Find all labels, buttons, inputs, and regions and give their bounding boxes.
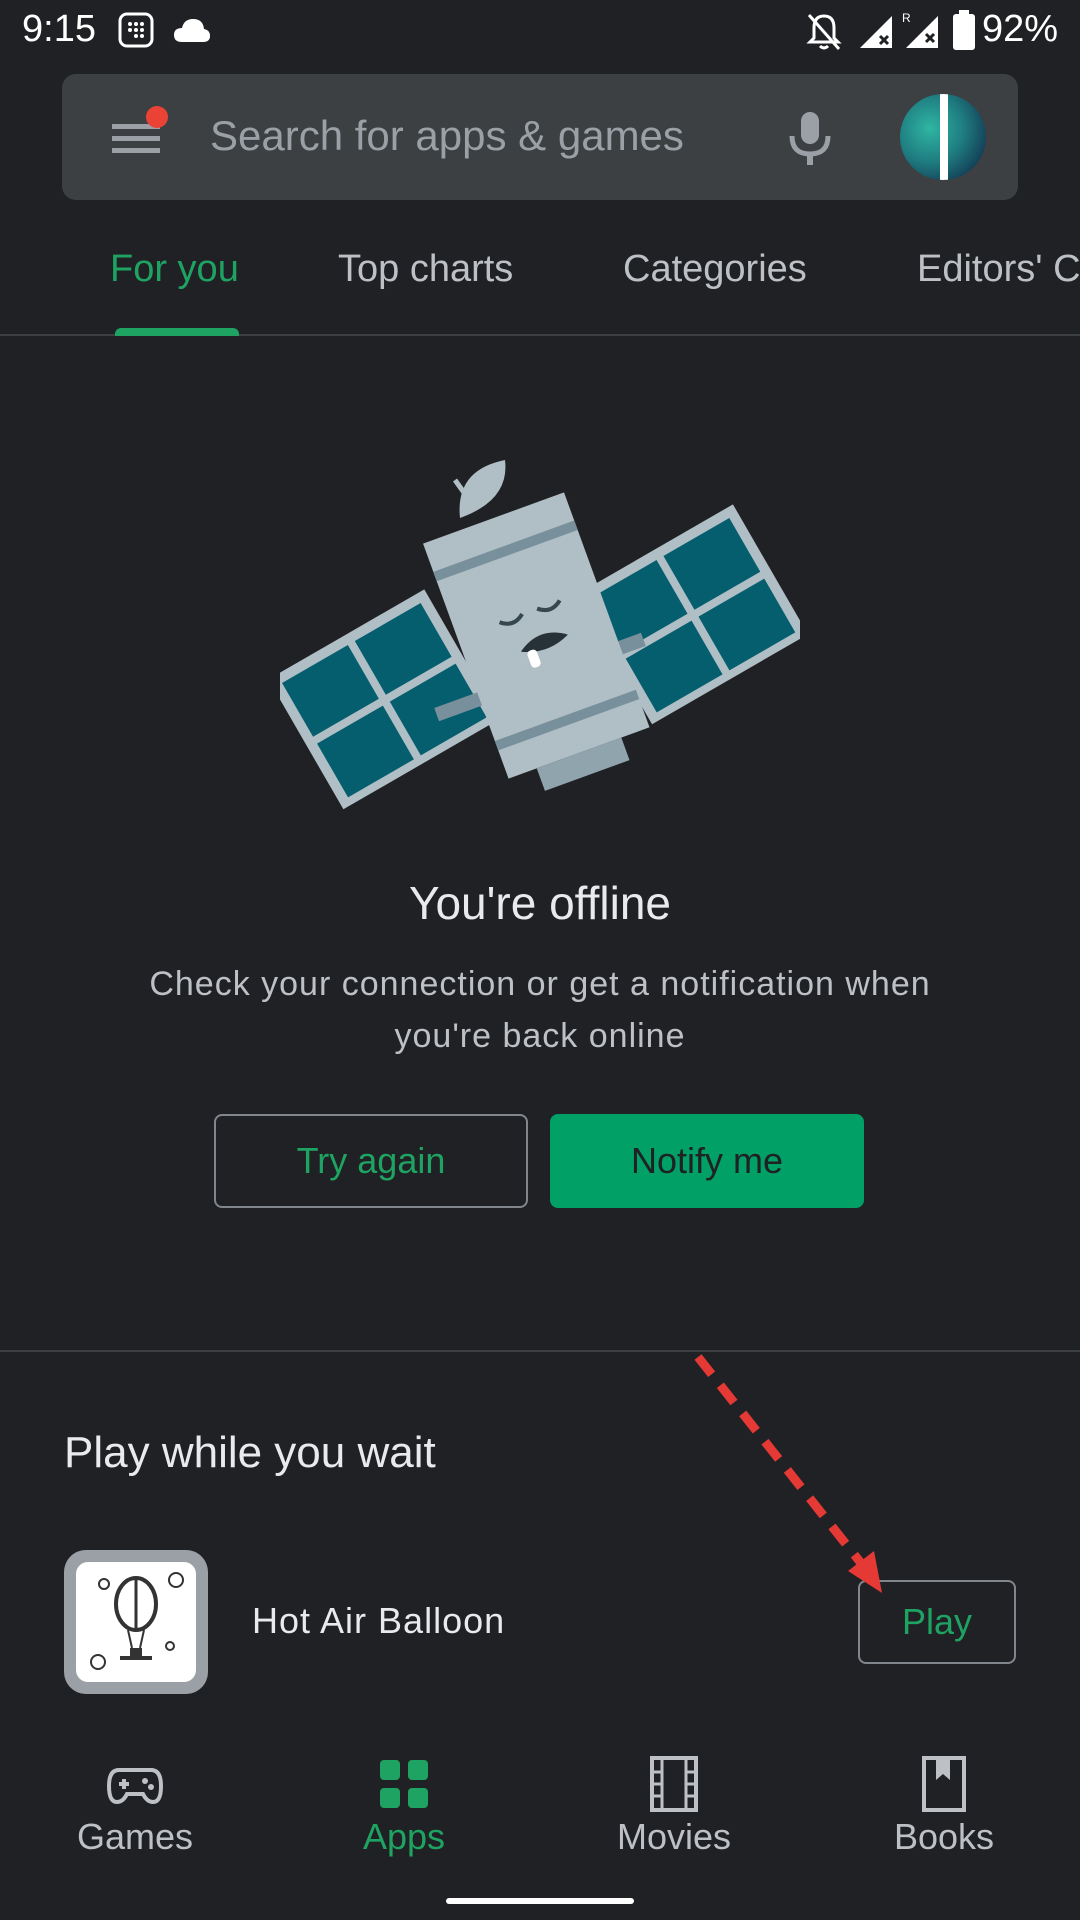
tab-top-charts[interactable]: Top charts: [338, 248, 513, 291]
bookmark-icon: [922, 1756, 966, 1812]
tab-categories[interactable]: Categories: [623, 248, 807, 291]
battery-icon: [952, 10, 976, 55]
calculator-icon: [118, 12, 154, 53]
voice-search-button[interactable]: [782, 108, 838, 168]
offline-message: Check your connection or get a notificat…: [149, 965, 931, 1055]
battery-percent: 92%: [981, 8, 1058, 50]
tab-editors-choice[interactable]: Editors' C: [917, 248, 1080, 291]
status-bar: 9:15 R 92%: [0, 0, 1080, 64]
notify-me-button[interactable]: Notify me: [550, 1114, 864, 1208]
cloud-icon: [172, 16, 212, 49]
play-store-screen: 9:15 R 92% Search for apps & games For y…: [0, 0, 1080, 1920]
hot-air-balloon-icon[interactable]: [64, 1550, 208, 1694]
tab-for-you[interactable]: For you: [110, 248, 239, 291]
nav-apps-label: Apps: [362, 1816, 446, 1857]
nav-movies-label: Movies: [616, 1816, 732, 1857]
nav-apps[interactable]: Apps: [304, 1756, 504, 1866]
nav-games-label: Games: [76, 1816, 194, 1857]
signal-icon: [858, 14, 894, 55]
try-again-button[interactable]: Try again: [214, 1114, 528, 1208]
apps-grid-icon: [380, 1760, 428, 1808]
nav-games[interactable]: Games: [35, 1756, 235, 1866]
avatar[interactable]: [900, 94, 986, 180]
offline-title: You're offline: [408, 877, 671, 929]
bottom-navigation: Games Apps Movies Books: [0, 1728, 1080, 1920]
annotation-arrow: [694, 1354, 882, 1593]
category-tabs: For you Top charts Categories Editors' C: [0, 226, 1080, 336]
section-divider: [0, 1350, 1080, 1352]
search-bar[interactable]: Search for apps & games: [62, 74, 1018, 200]
notifications-off-icon: [806, 12, 842, 57]
satellite-icon: [280, 460, 800, 810]
mic-icon: [789, 112, 831, 165]
nav-movies[interactable]: Movies: [574, 1756, 774, 1866]
signal-roaming-icon: R: [902, 10, 942, 55]
game-title: Hot Air Balloon: [252, 1600, 506, 1641]
home-indicator[interactable]: [446, 1898, 634, 1904]
nav-books[interactable]: Books: [844, 1756, 1044, 1866]
status-time: 9:15: [22, 8, 96, 50]
active-tab-indicator: [115, 328, 239, 336]
film-icon: [650, 1756, 698, 1812]
avatar-stripe: [940, 94, 948, 180]
gamepad-icon: [107, 1768, 163, 1805]
notification-dot: [146, 106, 168, 128]
svg-text:R: R: [902, 11, 911, 25]
search-input[interactable]: Search for apps & games: [210, 112, 684, 160]
nav-books-label: Books: [893, 1816, 995, 1857]
play-section-title: Play while you wait: [64, 1428, 436, 1477]
